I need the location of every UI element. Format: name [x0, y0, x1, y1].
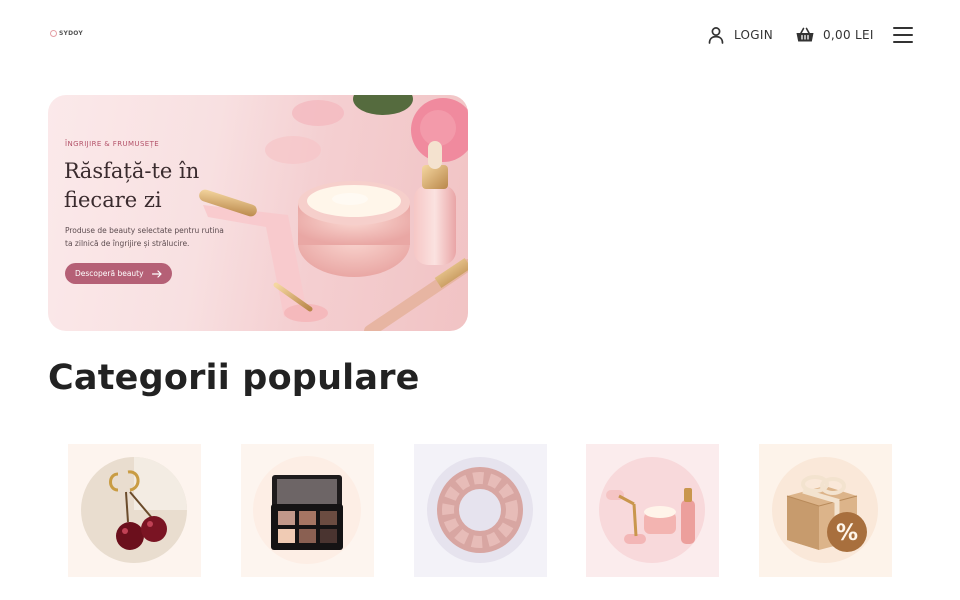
category-card-gifts-promotions[interactable]: % — [759, 444, 892, 577]
category-card-makeup[interactable] — [241, 444, 374, 577]
category-card-hair-accessories[interactable] — [414, 444, 547, 577]
category-card-skincare[interactable] — [586, 444, 719, 577]
login-label: LOGIN — [734, 28, 774, 42]
login-link[interactable]: LOGIN — [706, 24, 773, 46]
section-title: Categorii populare — [48, 358, 420, 398]
hero-eyebrow: ÎNGRIJIRE & FRUMUSEȚE — [65, 140, 160, 148]
discover-beauty-label: Descoperă beauty — [75, 269, 144, 278]
cart-total: 0,00 LEI — [823, 28, 874, 42]
hamburger-menu-icon — [893, 27, 913, 43]
gift-box-discount-image: % — [759, 444, 892, 577]
svg-text:%: % — [836, 521, 858, 546]
logo[interactable]: SYDOY — [50, 30, 83, 37]
category-card-earrings[interactable] — [68, 444, 201, 577]
scrunchie-image — [414, 444, 547, 577]
arrow-right-icon — [151, 269, 162, 278]
user-icon — [708, 27, 724, 44]
logo-mark-icon — [50, 30, 57, 37]
basket-icon — [796, 27, 814, 42]
skincare-set-image — [586, 444, 719, 577]
logo-text: SYDOY — [59, 30, 83, 37]
discover-beauty-button[interactable]: Descoperă beauty — [65, 263, 172, 284]
hamburger-menu-button[interactable] — [892, 25, 914, 45]
cherry-earrings-image — [68, 444, 201, 577]
hero-banner: ÎNGRIJIRE & FRUMUSEȚE Răsfață-te în fiec… — [48, 95, 468, 331]
hero-description: Produse de beauty selectate pentru rutin… — [65, 226, 224, 248]
hero-title: Răsfață-te în fiecare zi — [64, 159, 200, 212]
site-header: SYDOY LOGIN 0,00 LEI — [0, 0, 960, 70]
cart-link[interactable]: 0,00 LEI — [795, 24, 874, 46]
eyeshadow-palette-image — [241, 444, 374, 577]
